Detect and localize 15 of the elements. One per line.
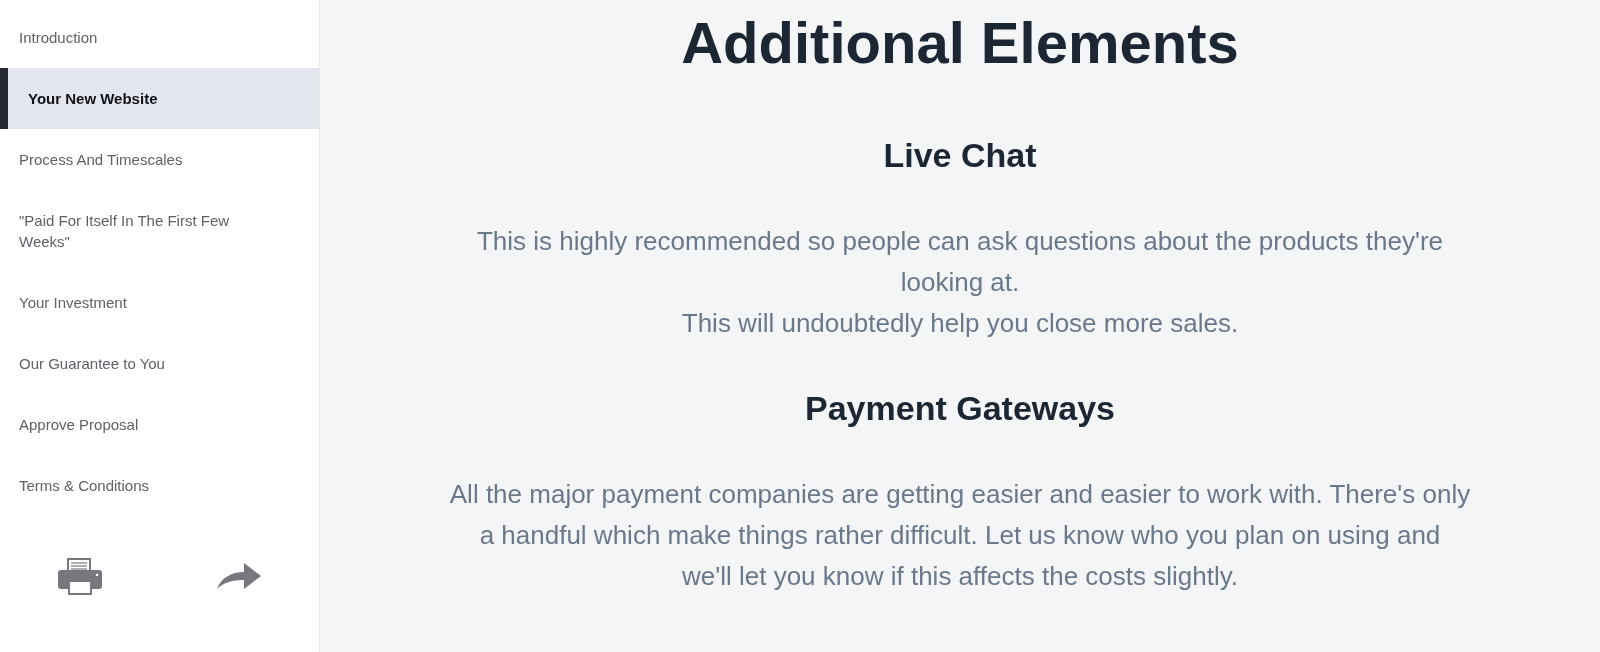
nav-item[interactable]: Your Investment — [0, 272, 319, 333]
nav-item[interactable]: Our Guarantee to You — [0, 333, 319, 394]
section-heading: Live Chat — [883, 135, 1037, 176]
share-icon[interactable] — [217, 562, 262, 590]
nav-item[interactable]: Approve Proposal — [0, 394, 319, 455]
nav-item[interactable]: Your New Website — [0, 68, 319, 129]
nav-item[interactable]: Process And Timescales — [0, 129, 319, 190]
nav-item[interactable]: Introduction — [0, 7, 319, 68]
page-title: Additional Elements — [681, 9, 1239, 77]
nav-item[interactable]: Terms & Conditions — [0, 455, 319, 516]
body-text: All the major payment companies are getting easier and easier to work with. There's only a handful which make things rather difficult. Let us know who you plan on using and we'll let you know if this affects the costs slightly. — [449, 478, 1471, 593]
section-heading: Payment Gateways — [805, 388, 1115, 429]
nav-item[interactable]: "Paid For Itself In The First Few Weeks" — [0, 190, 319, 272]
body-text: This is highly recommended so people can ask questions about the products they're looking at. This will undoubtedly help you close more sales. — [476, 225, 1444, 340]
printer-icon[interactable] — [57, 557, 102, 595]
